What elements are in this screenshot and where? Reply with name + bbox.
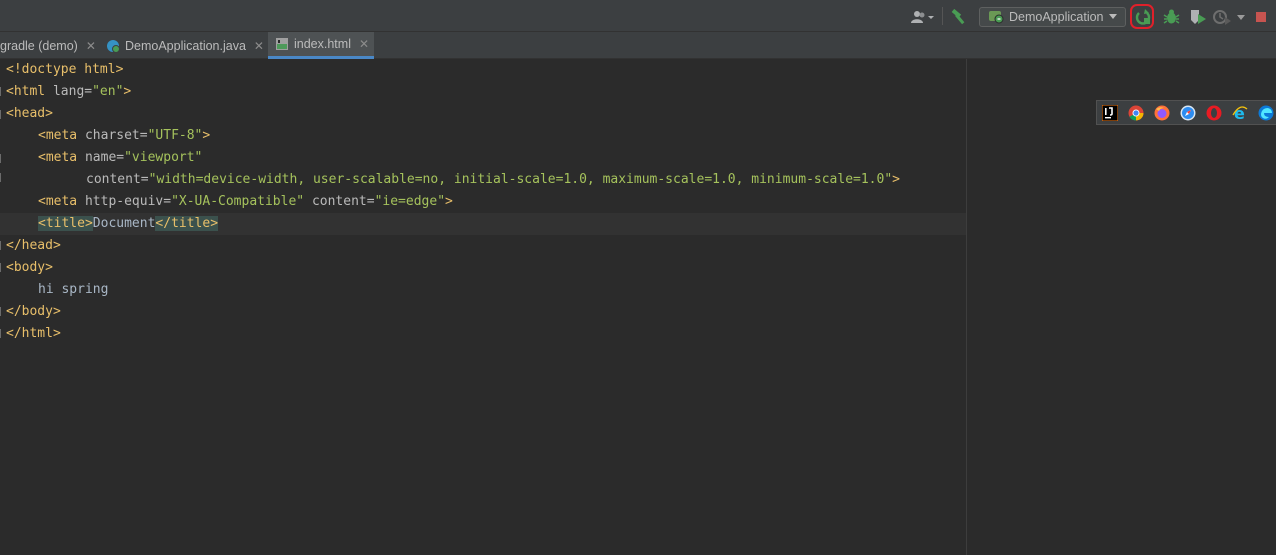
build-hammer-icon[interactable] (951, 9, 967, 25)
chevron-down-icon (1109, 14, 1117, 19)
html-tag: <meta (38, 128, 85, 143)
code-line: </html> (6, 323, 61, 345)
html-tag: > (445, 194, 453, 209)
edge-icon[interactable] (1258, 105, 1274, 121)
close-icon[interactable]: ✕ (359, 37, 369, 51)
html-text: hi spring (38, 282, 109, 297)
html-tag: <body> (6, 260, 53, 275)
run-with-coverage-icon[interactable] (1189, 9, 1207, 25)
close-icon[interactable]: ✕ (86, 39, 96, 53)
html-attribute: content= (304, 194, 375, 209)
tab-label: index.html (294, 37, 351, 51)
html-tag: <html (6, 84, 53, 99)
html-text: Document (92, 216, 156, 231)
code-line: content="width=device-width, user-scalab… (86, 169, 900, 191)
fold-marker[interactable] (0, 173, 6, 182)
tab-index-html[interactable]: index.html ✕ (268, 32, 374, 59)
code-line: </head> (6, 235, 61, 257)
html-tag: <meta (38, 150, 85, 165)
html-tag: html (84, 62, 116, 77)
html-tag: <head> (6, 106, 53, 121)
html-tag: > (115, 62, 124, 77)
html-attribute-value: "viewport" (124, 150, 203, 165)
html-tag: </head> (6, 238, 61, 253)
html-attribute: name= (84, 150, 125, 165)
chevron-down-icon[interactable] (1237, 15, 1245, 20)
code-editor[interactable]: <!doctype html> <html lang="en"> <head> … (0, 59, 1276, 555)
code-line: <!doctype html> (6, 59, 123, 81)
run-configuration-label: DemoApplication (1009, 10, 1104, 24)
opera-icon[interactable] (1206, 105, 1222, 121)
code-line: <meta name="viewport" (38, 147, 202, 169)
java-class-icon (107, 39, 120, 53)
code-line: </body> (6, 301, 61, 323)
html-tag: </body> (6, 304, 61, 319)
user-icon[interactable] (910, 10, 934, 24)
open-in-browser-popup: e (1096, 100, 1276, 125)
editor-tab-bar: gradle (demo) ✕ DemoApplication.java ✕ i… (0, 32, 1276, 59)
code-line-current: <title>Document</title> (38, 213, 219, 235)
html-tag: <meta (38, 194, 85, 209)
firefox-icon[interactable] (1154, 105, 1170, 121)
tab-demo-application-java[interactable]: DemoApplication.java ✕ (106, 32, 266, 59)
right-margin-guide (966, 59, 967, 555)
intellij-icon[interactable] (1102, 105, 1118, 121)
html-attribute-value: "X-UA-Compatible" (171, 194, 305, 209)
code-line: <head> (6, 103, 53, 125)
code-line: <meta charset="UTF-8"> (38, 125, 210, 147)
tab-label: gradle (demo) (0, 38, 78, 53)
tab-gradle-demo[interactable]: gradle (demo) ✕ (0, 32, 104, 59)
chrome-icon[interactable] (1128, 105, 1144, 121)
html-attribute-value: "ie=edge" (374, 194, 446, 209)
html-attribute: content= (86, 172, 149, 187)
stop-icon[interactable] (1256, 12, 1266, 22)
code-line: hi spring (38, 279, 108, 301)
html-attribute: lang= (52, 84, 93, 99)
html-attribute: http-equiv= (84, 194, 172, 209)
html-attribute-value: "UTF-8" (147, 128, 203, 143)
html-attribute-value: "width=device-width, user-scalable=no, i… (148, 172, 893, 187)
close-icon[interactable]: ✕ (254, 39, 264, 53)
code-line: <meta http-equiv="X-UA-Compatible" conte… (38, 191, 453, 213)
spring-boot-icon (989, 11, 1004, 24)
html-attribute: charset= (84, 128, 148, 143)
main-toolbar: DemoApplication (0, 0, 1276, 32)
tab-label: DemoApplication.java (125, 38, 246, 53)
html-tag-matched: <title> (38, 216, 93, 231)
html-tag: </html> (6, 326, 61, 341)
html-tag-matched: </title> (155, 216, 219, 231)
toolbar-separator (942, 7, 943, 25)
html-tag: > (202, 128, 211, 143)
profile-icon[interactable] (1213, 9, 1231, 25)
code-line: <body> (6, 257, 53, 279)
rerun-highlight-frame (1130, 4, 1154, 29)
debug-icon[interactable] (1163, 9, 1180, 25)
fold-marker[interactable] (0, 154, 6, 163)
code-line: <html lang="en"> (6, 81, 131, 103)
html-tag: > (892, 172, 900, 187)
run-configuration-dropdown[interactable]: DemoApplication (979, 7, 1126, 27)
html-tag: > (123, 84, 132, 99)
internet-explorer-icon[interactable]: e (1232, 105, 1248, 121)
html-file-icon (276, 38, 288, 50)
html-tag: <!doctype (6, 62, 85, 77)
safari-icon[interactable] (1180, 105, 1196, 121)
html-attribute-value: "en" (92, 84, 124, 99)
